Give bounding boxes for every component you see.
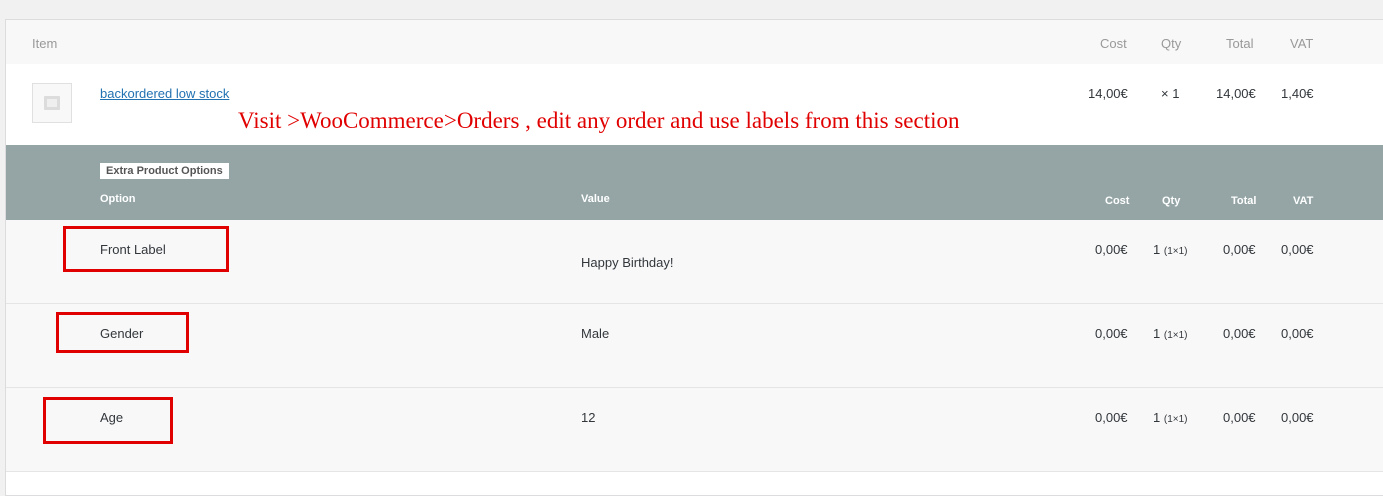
epo-col-option: Option [100,193,136,205]
option-total: 0,00€ [1223,242,1256,257]
option-qty: 1 (1×1) [1153,242,1188,257]
header-cost: Cost [1100,36,1127,51]
item-total: 14,00€ [1216,86,1256,101]
option-value: Happy Birthday! [581,255,674,270]
option-qty: 1 (1×1) [1153,410,1188,425]
epo-header: Extra Product Options Option Value Cost … [6,145,1383,220]
epo-option-row: Gender Male 0,00€ 1 (1×1) 0,00€ 0,00€ [6,304,1383,388]
option-cost: 0,00€ [1095,242,1128,257]
header-total: Total [1226,36,1254,51]
items-table-header: Item Cost Qty Total VAT [6,20,1383,64]
highlight-box-front-label [63,226,229,272]
option-value: 12 [581,410,596,425]
item-qty: × 1 [1161,86,1180,101]
item-vat: 1,40€ [1281,86,1314,101]
order-item-row: backordered low stock 14,00€ × 1 14,00€ … [6,64,1383,145]
option-cost: 0,00€ [1095,410,1128,425]
option-cost: 0,00€ [1095,326,1128,341]
item-cost: 14,00€ [1088,86,1128,101]
epo-col-vat: VAT [1293,195,1314,207]
option-vat: 0,00€ [1281,242,1314,257]
epo-col-qty: Qty [1162,195,1181,207]
option-qty: 1 (1×1) [1153,326,1188,341]
order-items-panel: Item Cost Qty Total VAT backordered low … [5,19,1383,496]
option-vat: 0,00€ [1281,326,1314,341]
option-total: 0,00€ [1223,410,1256,425]
header-item: Item [32,36,58,51]
epo-option-row: Age 12 0,00€ 1 (1×1) 0,00€ 0,00€ [6,388,1383,472]
image-placeholder-icon[interactable] [32,83,72,123]
highlight-box-age [43,397,173,444]
highlight-box-gender [56,312,189,353]
option-total: 0,00€ [1223,326,1256,341]
option-vat: 0,00€ [1281,410,1314,425]
epo-title-badge: Extra Product Options [100,163,229,179]
epo-col-cost: Cost [1105,195,1130,207]
header-vat: VAT [1290,36,1314,51]
item-name-link[interactable]: backordered low stock [100,86,229,101]
annotation-text: Visit >WooCommerce>Orders , edit any ord… [238,108,960,133]
option-value: Male [581,326,610,341]
epo-col-total: Total [1231,195,1257,207]
header-qty: Qty [1161,36,1182,51]
epo-col-value: Value [581,193,610,205]
